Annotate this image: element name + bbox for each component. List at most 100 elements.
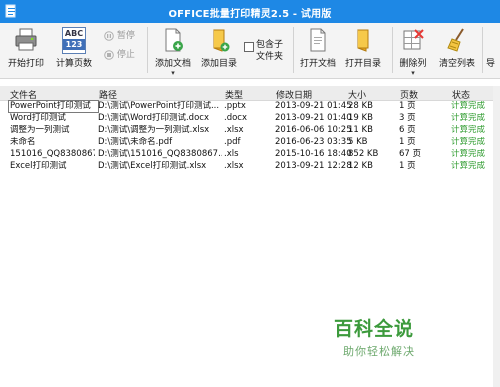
cell-size: 28 KB <box>348 101 373 111</box>
cell-pages: 1 页 <box>399 161 416 171</box>
icon-abc-text: ABC <box>64 29 84 38</box>
cell-size: 12 KB <box>348 161 373 171</box>
column-header-type[interactable]: 类型 <box>225 88 243 101</box>
cell-status: 计算完成 <box>451 101 486 111</box>
cell-pages: 1 页 <box>399 101 416 111</box>
add-folder-button[interactable]: 添加目录 <box>198 26 240 76</box>
count-pages-label: 计算页数 <box>55 59 92 69</box>
cell-path: D:\测试\未命名.pdf <box>98 137 173 147</box>
stop-label: 停止 <box>116 50 135 60</box>
add-document-icon <box>165 28 183 52</box>
cell-path: D:\测试\Excel打印测试.xlsx <box>98 161 207 171</box>
include-subfolders-label-1: 包含子 <box>256 40 284 50</box>
open-document-button[interactable]: 打开文档 <box>297 26 339 76</box>
dropdown-arrow-icon[interactable]: ▾ <box>395 69 431 77</box>
add-folder-icon <box>213 29 230 52</box>
folder-icon <box>357 29 369 52</box>
table-row[interactable]: PowerPoint打印测试 D:\测试\PowerPoint打印测试... .… <box>0 100 493 113</box>
add-document-button[interactable]: 添加文档 ▾ <box>152 26 194 78</box>
delete-row-button[interactable]: 删除列 ▾ <box>395 26 431 78</box>
open-folder-button[interactable]: 打开目录 <box>342 26 384 76</box>
cell-date: 2015-10-16 18:40 <box>275 149 352 159</box>
abc-calculator-icon: ABC 123 <box>62 27 86 54</box>
printer-icon <box>15 28 37 51</box>
export-button[interactable]: 导 <box>486 26 500 76</box>
toolbar-separator <box>147 27 148 73</box>
column-header-size[interactable]: 大小 <box>348 88 366 101</box>
open-document-icon <box>310 28 326 52</box>
cell-date: 2013-09-21 01:45 <box>275 101 352 111</box>
toolbar-separator <box>482 27 483 73</box>
pause-label: 暂停 <box>116 31 135 41</box>
clear-list-label: 清空列表 <box>438 59 475 69</box>
cell-size: 11 KB <box>348 125 373 135</box>
toolbar-separator <box>293 27 294 73</box>
cell-name: Excel打印测试 <box>10 161 67 171</box>
column-header-path[interactable]: 路径 <box>99 88 117 101</box>
include-subfolders-label-2: 文件夹 <box>256 52 284 62</box>
cell-date: 2016-06-06 10:25 <box>275 125 352 135</box>
cell-status: 计算完成 <box>451 125 486 135</box>
cell-name: 未命名 <box>10 137 36 147</box>
column-header-pages[interactable]: 页数 <box>400 88 418 101</box>
toolbar-separator <box>392 27 393 73</box>
cell-size: 5 KB <box>348 137 368 147</box>
cell-type: .xlsx <box>224 125 244 135</box>
checkbox-box[interactable] <box>244 42 254 52</box>
cell-path: D:\测试\Word打印测试.docx <box>98 113 209 123</box>
cell-size: 852 KB <box>348 149 379 159</box>
cell-size: 19 KB <box>348 113 373 123</box>
vertical-scrollbar[interactable] <box>493 86 500 387</box>
column-header-date[interactable]: 修改日期 <box>276 88 312 101</box>
window-title: OFFICE批量打印精灵2.5 - 试用版 <box>168 9 332 20</box>
pause-icon <box>104 30 114 41</box>
start-print-button[interactable]: 开始打印 <box>6 26 46 76</box>
cell-date: 2016-06-23 03:35 <box>275 137 352 147</box>
cell-pages: 67 页 <box>399 149 422 159</box>
count-pages-button[interactable]: ABC 123 计算页数 <box>52 26 96 76</box>
dropdown-arrow-icon[interactable]: ▾ <box>152 69 194 77</box>
table-row[interactable]: Excel打印测试 D:\测试\Excel打印测试.xlsx .xlsx 201… <box>0 161 493 172</box>
cell-status: 计算完成 <box>451 113 486 123</box>
delete-row-icon <box>403 29 424 50</box>
start-print-label: 开始打印 <box>7 59 44 69</box>
cell-type: .xls <box>224 149 239 159</box>
include-subfolders-checkbox[interactable]: 包含子 文件夹 <box>244 40 283 63</box>
cell-path: D:\测试\调整为一列测试.xlsx <box>98 125 210 135</box>
table-row[interactable]: 151016_QQ8380867... D:\测试\151016_QQ83808… <box>0 149 493 160</box>
toolbar: 开始打印 ABC 123 计算页数 暂停 停止 添加文档 ▾ 添加目录 包含子 … <box>0 23 500 79</box>
stop-icon <box>104 49 114 60</box>
cell-pages: 6 页 <box>399 125 416 135</box>
cell-name: 调整为一列测试 <box>10 125 70 135</box>
cell-path: D:\测试\151016_QQ8380867... <box>98 149 222 159</box>
cell-status: 计算完成 <box>451 137 486 147</box>
watermark-brand: 百科全说 <box>334 318 415 340</box>
watermark: 百科全说 助你轻松解决 <box>334 314 474 359</box>
cell-type: .docx <box>224 113 248 123</box>
pause-button[interactable]: 暂停 <box>104 28 135 42</box>
cell-type: .xlsx <box>224 161 244 171</box>
cell-name: Word打印测试 <box>10 113 66 123</box>
watermark-tagline: 助你轻松解决 <box>343 345 415 358</box>
cell-name: 151016_QQ8380867... <box>10 149 95 159</box>
cell-type: .pptx <box>224 101 246 111</box>
open-folder-label: 打开目录 <box>344 59 381 69</box>
column-header-status[interactable]: 状态 <box>452 88 470 101</box>
table-header: 文件名 路径 类型 修改日期 大小 页数 状态 <box>0 86 493 101</box>
clear-list-button[interactable]: 清空列表 <box>435 26 479 76</box>
table-row[interactable]: 调整为一列测试 D:\测试\调整为一列测试.xlsx .xlsx 2016-06… <box>0 125 493 136</box>
title-bar: OFFICE批量打印精灵2.5 - 试用版 <box>0 0 500 23</box>
delete-row-label: 删除列 <box>399 59 427 69</box>
cell-date: 2013-09-21 12:28 <box>275 161 352 171</box>
icon-123-text: 123 <box>63 39 85 50</box>
stop-button[interactable]: 停止 <box>104 47 135 61</box>
cell-type: .pdf <box>224 137 241 147</box>
broom-icon <box>447 28 464 52</box>
cell-name: PowerPoint打印测试 <box>8 100 99 113</box>
cell-status: 计算完成 <box>451 161 486 171</box>
add-folder-label: 添加目录 <box>200 59 237 69</box>
export-label: 导 <box>486 59 496 69</box>
table-row[interactable]: Word打印测试 D:\测试\Word打印测试.docx .docx 2013-… <box>0 113 493 124</box>
table-row[interactable]: 未命名 D:\测试\未命名.pdf .pdf 2016-06-23 03:35 … <box>0 137 493 148</box>
cell-status: 计算完成 <box>451 149 486 159</box>
